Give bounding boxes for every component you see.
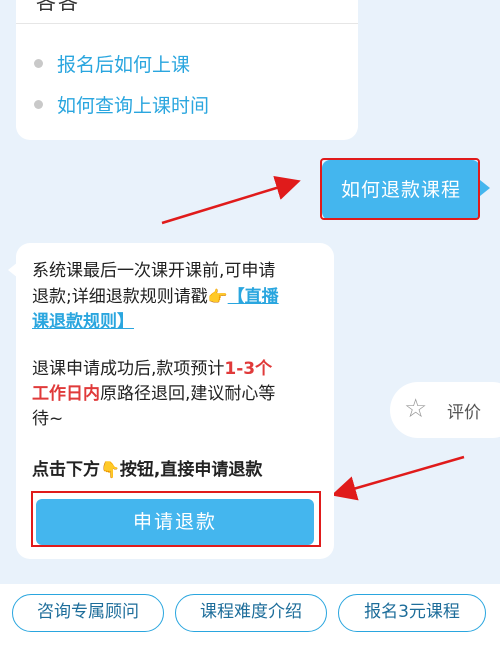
bot-paragraph-1: 系统课最后一次课开课前,可申请 退款;详细退款规则请戳👉【直播 课退款规则】 xyxy=(32,261,279,332)
bot-bubble-tail xyxy=(8,262,18,278)
arrow-to-refund-button xyxy=(331,455,465,501)
refund-rules-link-cont[interactable]: 课退款规则】 xyxy=(32,312,134,332)
pointing-hand-icon: 👉 xyxy=(207,287,228,306)
red-highlight-box xyxy=(31,491,321,547)
chip-enroll-course[interactable]: 报名3元课程 xyxy=(338,594,486,632)
bot-paragraph-2: 退课申请成功后,款项预计1-3个 工作日内原路径退回,建议耐心等 待~ xyxy=(32,359,276,429)
chip-course-difficulty[interactable]: 课程难度介绍 xyxy=(175,594,327,632)
bot-paragraph-3: 点击下方👇按钮,直接申请退款 xyxy=(32,457,327,483)
refund-rules-link[interactable]: 【直播 xyxy=(228,287,279,307)
star-outline-icon: ☆ xyxy=(404,394,428,424)
pointing-down-hand-icon: 👇 xyxy=(100,460,120,479)
chip-consult-advisor[interactable]: 咨询专属顾问 xyxy=(12,594,164,632)
rate-label: 评价 xyxy=(447,403,481,423)
arrow-to-user-bubble xyxy=(161,175,301,225)
